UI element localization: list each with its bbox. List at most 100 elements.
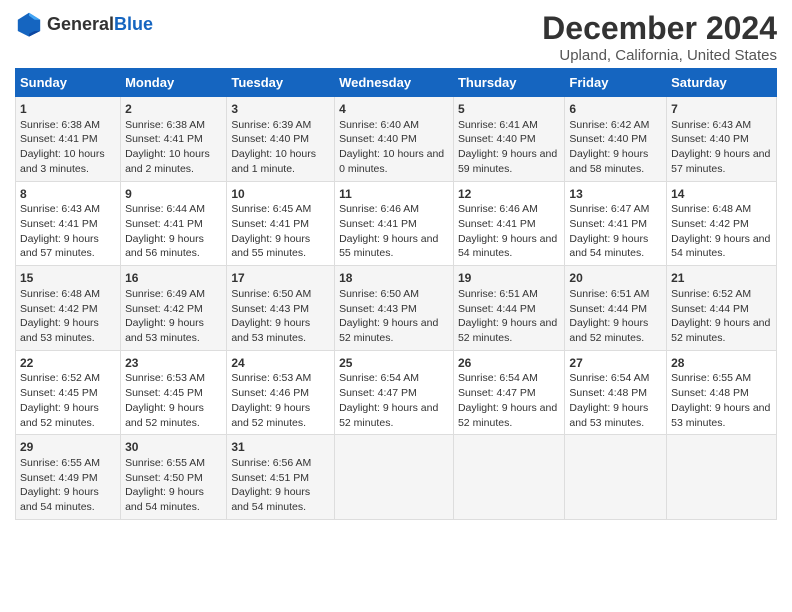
calendar-cell: [335, 435, 454, 520]
week-row-3: 15Sunrise: 6:48 AMSunset: 4:42 PMDayligh…: [16, 266, 777, 351]
sunset-text: Sunset: 4:47 PM: [339, 387, 417, 399]
day-number: 26: [458, 355, 560, 372]
calendar-cell: 26Sunrise: 6:54 AMSunset: 4:47 PMDayligh…: [453, 350, 564, 435]
daylight-text: Daylight: 9 hours and 54 minutes.: [20, 486, 99, 513]
sunset-text: Sunset: 4:40 PM: [231, 133, 309, 145]
day-number: 20: [569, 270, 662, 287]
sunset-text: Sunset: 4:43 PM: [339, 303, 417, 315]
header: GeneralBlue December 2024 Upland, Califo…: [15, 10, 777, 64]
day-number: 31: [231, 439, 330, 456]
calendar-cell: 20Sunrise: 6:51 AM Sunset: 4:44 PM Dayligh…: [565, 266, 667, 351]
sunset-text: Sunset: 4:51 PM: [231, 472, 309, 484]
header-day-tuesday: Tuesday: [227, 69, 335, 97]
header-day-saturday: Saturday: [667, 69, 777, 97]
sunrise-text: Sunrise: 6:52 AM: [671, 288, 751, 300]
sunset-text: Sunset: 4:40 PM: [671, 133, 749, 145]
sunrise-text: Sunrise: 6:49 AM: [125, 288, 205, 300]
daylight-text: Daylight: 9 hours and 52 minutes.: [458, 317, 557, 344]
sunrise-text: Sunrise: 6:38 AM: [125, 119, 205, 131]
day-number: 2: [125, 101, 222, 118]
sunset-text: Sunset: 4:41 PM: [20, 218, 98, 230]
daylight-text: Daylight: 9 hours and 52 minutes.: [569, 317, 648, 344]
calendar-cell: 4Sunrise: 6:40 AMSunset: 4:40 PMDaylight…: [335, 97, 454, 182]
daylight-text: Daylight: 9 hours and 54 minutes.: [458, 233, 557, 260]
daylight-text: Daylight: 9 hours and 52 minutes.: [339, 317, 438, 344]
sunset-text: Sunset: 4:45 PM: [125, 387, 203, 399]
sunrise-text: Sunrise: 6:55 AM: [671, 372, 751, 384]
daylight-text: Daylight: 9 hours and 59 minutes.: [458, 148, 557, 175]
logo-text: GeneralBlue: [47, 14, 153, 35]
calendar-cell: 15Sunrise: 6:48 AMSunset: 4:42 PMDayligh…: [16, 266, 121, 351]
daylight-text: Daylight: 9 hours and 53 minutes.: [125, 317, 204, 344]
daylight-text: Daylight: 9 hours and 52 minutes.: [231, 402, 310, 429]
daylight-text: Daylight: 9 hours and 54 minutes.: [231, 486, 310, 513]
header-day-thursday: Thursday: [453, 69, 564, 97]
sunrise-text: Sunrise: 6:54 AM: [339, 372, 419, 384]
day-number: 6: [569, 101, 662, 118]
page-container: GeneralBlue December 2024 Upland, Califo…: [0, 0, 792, 530]
calendar-cell: 14Sunrise: 6:48 AMSunset: 4:42 PMDayligh…: [667, 181, 777, 266]
calendar-cell: 5Sunrise: 6:41 AM Sunset: 4:40 PM Daylight…: [453, 97, 564, 182]
sunset-text: Sunset: 4:48 PM: [569, 387, 647, 399]
sunset-text: Sunset: 4:43 PM: [231, 303, 309, 315]
calendar-cell: 11Sunrise: 6:46 AMSunset: 4:41 PMDayligh…: [335, 181, 454, 266]
sunrise-text: Sunrise: 6:48 AM: [671, 203, 751, 215]
calendar-cell: 8Sunrise: 6:43 AMSunset: 4:41 PMDaylight…: [16, 181, 121, 266]
sunset-text: Sunset: 4:41 PM: [20, 133, 98, 145]
daylight-text: Daylight: 9 hours and 53 minutes.: [20, 317, 99, 344]
daylight-text: Daylight: 9 hours and 57 minutes.: [671, 148, 770, 175]
calendar-cell: 3Sunrise: 6:39 AMSunset: 4:40 PMDaylight…: [227, 97, 335, 182]
daylight-text: Daylight: 9 hours and 54 minutes.: [671, 233, 770, 260]
week-row-2: 8Sunrise: 6:43 AMSunset: 4:41 PMDaylight…: [16, 181, 777, 266]
sunrise-text: Sunrise: 6:40 AM: [339, 119, 419, 131]
sunrise-text: Sunrise: 6:56 AM: [231, 457, 311, 469]
calendar-table: SundayMondayTuesdayWednesdayThursdayFrid…: [15, 68, 777, 520]
calendar-cell: 21Sunrise: 6:52 AMSunset: 4:44 PMDayligh…: [667, 266, 777, 351]
day-number: 22: [20, 355, 116, 372]
sunrise-text: Sunrise: 6:45 AM: [231, 203, 311, 215]
sunrise-text: Sunrise: 6:41 AM: [458, 119, 538, 131]
header-day-monday: Monday: [121, 69, 227, 97]
calendar-cell: 17Sunrise: 6:50 AMSunset: 4:43 PMDayligh…: [227, 266, 335, 351]
day-number: 17: [231, 270, 330, 287]
calendar-cell: 31Sunrise: 6:56 AM Sunset: 4:51 PM Dayligh…: [227, 435, 335, 520]
header-day-friday: Friday: [565, 69, 667, 97]
sunset-text: Sunset: 4:44 PM: [569, 303, 647, 315]
day-number: 21: [671, 270, 772, 287]
daylight-text: Daylight: 9 hours and 56 minutes.: [125, 233, 204, 260]
calendar-cell: 29Sunrise: 6:55 AMSunset: 4:49 PMDayligh…: [16, 435, 121, 520]
sunrise-text: Sunrise: 6:51 AM: [569, 288, 649, 300]
daylight-text: Daylight: 9 hours and 53 minutes.: [671, 402, 770, 429]
calendar-cell: [453, 435, 564, 520]
day-number: 30: [125, 439, 222, 456]
sunset-text: Sunset: 4:45 PM: [20, 387, 98, 399]
day-number: 13: [569, 186, 662, 203]
logo-general: General: [47, 14, 114, 34]
daylight-text: Daylight: 9 hours and 55 minutes.: [231, 233, 310, 260]
daylight-text: Daylight: 10 hours and 0 minutes.: [339, 148, 444, 175]
calendar-cell: 27Sunrise: 6:54 AMSunset: 4:48 PMDayligh…: [565, 350, 667, 435]
day-number: 7: [671, 101, 772, 118]
header-day-wednesday: Wednesday: [335, 69, 454, 97]
day-number: 5: [458, 101, 560, 118]
sunset-text: Sunset: 4:41 PM: [231, 218, 309, 230]
calendar-cell: [565, 435, 667, 520]
sunrise-text: Sunrise: 6:52 AM: [20, 372, 100, 384]
day-number: 8: [20, 186, 116, 203]
daylight-text: Daylight: 9 hours and 52 minutes.: [20, 402, 99, 429]
title-block: December 2024 Upland, California, United…: [542, 10, 777, 64]
header-row: SundayMondayTuesdayWednesdayThursdayFrid…: [16, 69, 777, 97]
calendar-cell: 18Sunrise: 6:50 AM Sunset: 4:43 PM Dayligh…: [335, 266, 454, 351]
daylight-text: Daylight: 9 hours and 58 minutes.: [569, 148, 648, 175]
calendar-cell: 1Sunrise: 6:38 AMSunset: 4:41 PMDaylight…: [16, 97, 121, 182]
sunset-text: Sunset: 4:49 PM: [20, 472, 98, 484]
day-number: 18: [339, 270, 449, 287]
daylight-text: Daylight: 9 hours and 53 minutes.: [569, 402, 648, 429]
sunrise-text: Sunrise: 6:55 AM: [20, 457, 100, 469]
day-number: 23: [125, 355, 222, 372]
sunset-text: Sunset: 4:40 PM: [458, 133, 536, 145]
calendar-body: 1Sunrise: 6:38 AMSunset: 4:41 PMDaylight…: [16, 97, 777, 520]
sunrise-text: Sunrise: 6:50 AM: [339, 288, 419, 300]
sunset-text: Sunset: 4:46 PM: [231, 387, 309, 399]
sunset-text: Sunset: 4:47 PM: [458, 387, 536, 399]
